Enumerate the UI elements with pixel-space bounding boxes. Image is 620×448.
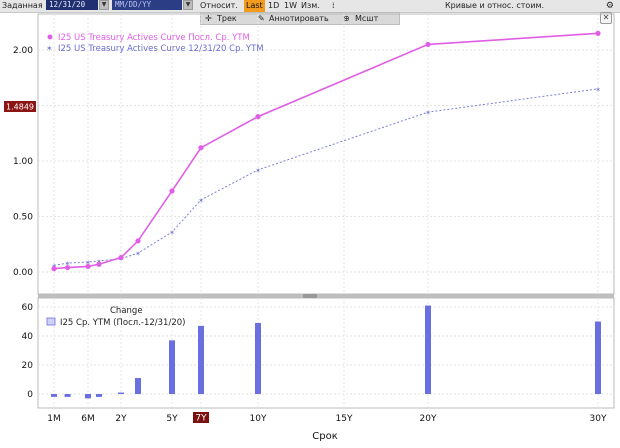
top-legend: I25 US Treasury Actives Curve Посл. Ср. … <box>46 33 264 54</box>
top-y-tick-label: 0.50 <box>13 213 33 223</box>
current-curve-point <box>135 238 141 244</box>
change-bar <box>255 322 261 394</box>
prior-curve-point: ✶ <box>425 109 431 117</box>
current-curve-point <box>198 145 204 151</box>
current-curve-point <box>595 30 601 36</box>
change-bar <box>425 305 431 394</box>
current-curve-point <box>96 261 102 267</box>
change-bar <box>595 321 601 394</box>
legend-marker-prior: ✶ <box>46 44 53 53</box>
yield-curve-chart: 0.000.501.001.502.000204060 1M6M2Y5Y7Y10… <box>4 13 615 442</box>
prior-curve-point: ✶ <box>198 197 204 205</box>
change-bar <box>135 378 141 394</box>
bottom-y-tick-label: 0 <box>27 390 33 400</box>
change-legend-title: Change <box>110 306 143 316</box>
prior-curve-line <box>53 88 599 266</box>
bottom-legend: Change I25 Ср. YTM (Посл.-12/31/20) <box>46 306 185 328</box>
change-bar <box>85 394 91 399</box>
change-bar <box>198 325 204 394</box>
x-tick-label: 2Y <box>115 414 127 424</box>
current-curve-point <box>169 188 175 194</box>
x-tick-label: 6M <box>81 414 95 424</box>
current-curve-point <box>51 266 57 272</box>
x-tick-label: 20Y <box>420 414 437 424</box>
splitter-handle[interactable] <box>303 294 317 298</box>
current-curve-point <box>85 263 91 270</box>
x-tick-label: 30Y <box>590 414 607 424</box>
current-curve-point <box>118 254 124 261</box>
top-y-tick-label: 2.00 <box>13 46 33 56</box>
change-bar <box>64 394 71 397</box>
y-value-marker-label: 1.4849 <box>6 103 34 112</box>
top-panel-frame <box>37 13 615 295</box>
x-tick-label: 10Y <box>250 414 267 424</box>
change-bar <box>118 392 124 394</box>
bottom-y-tick-label: 40 <box>22 332 34 342</box>
current-curve-point <box>255 114 261 120</box>
current-curve-line <box>53 32 599 270</box>
legend-marker-current <box>47 34 53 40</box>
top-y-tick-label: 0.00 <box>13 268 33 278</box>
change-bar <box>96 394 102 397</box>
current-curve-point <box>425 41 431 48</box>
prior-curve-point: ✶ <box>135 250 141 258</box>
prior-curve-point: ✶ <box>255 167 261 175</box>
change-bar <box>51 394 57 397</box>
bottom-y-tick-label: 20 <box>22 361 34 371</box>
x-tick-label: 5Y <box>166 414 178 424</box>
change-legend-swatch <box>46 317 56 326</box>
legend-prior-curve: I25 US Treasury Actives Curve 12/31/20 С… <box>58 44 264 54</box>
current-curve-point <box>65 264 71 271</box>
top-y-tick-label: 1.00 <box>13 157 33 167</box>
x-tick-label: 15Y <box>336 414 353 424</box>
x-tick-label: 7Y <box>195 414 207 424</box>
prior-curve-point: ✶ <box>169 229 175 237</box>
bottom-y-tick-label: 60 <box>22 303 34 313</box>
x-axis-title: Срок <box>312 431 338 442</box>
change-bar <box>169 340 175 394</box>
change-legend-label: I25 Ср. YTM (Посл.-12/31/20) <box>60 318 185 328</box>
prior-curve-point: ✶ <box>595 86 601 94</box>
legend-current-curve: I25 US Treasury Actives Curve Посл. Ср. … <box>58 33 250 43</box>
x-tick-label: 1M <box>47 414 61 424</box>
